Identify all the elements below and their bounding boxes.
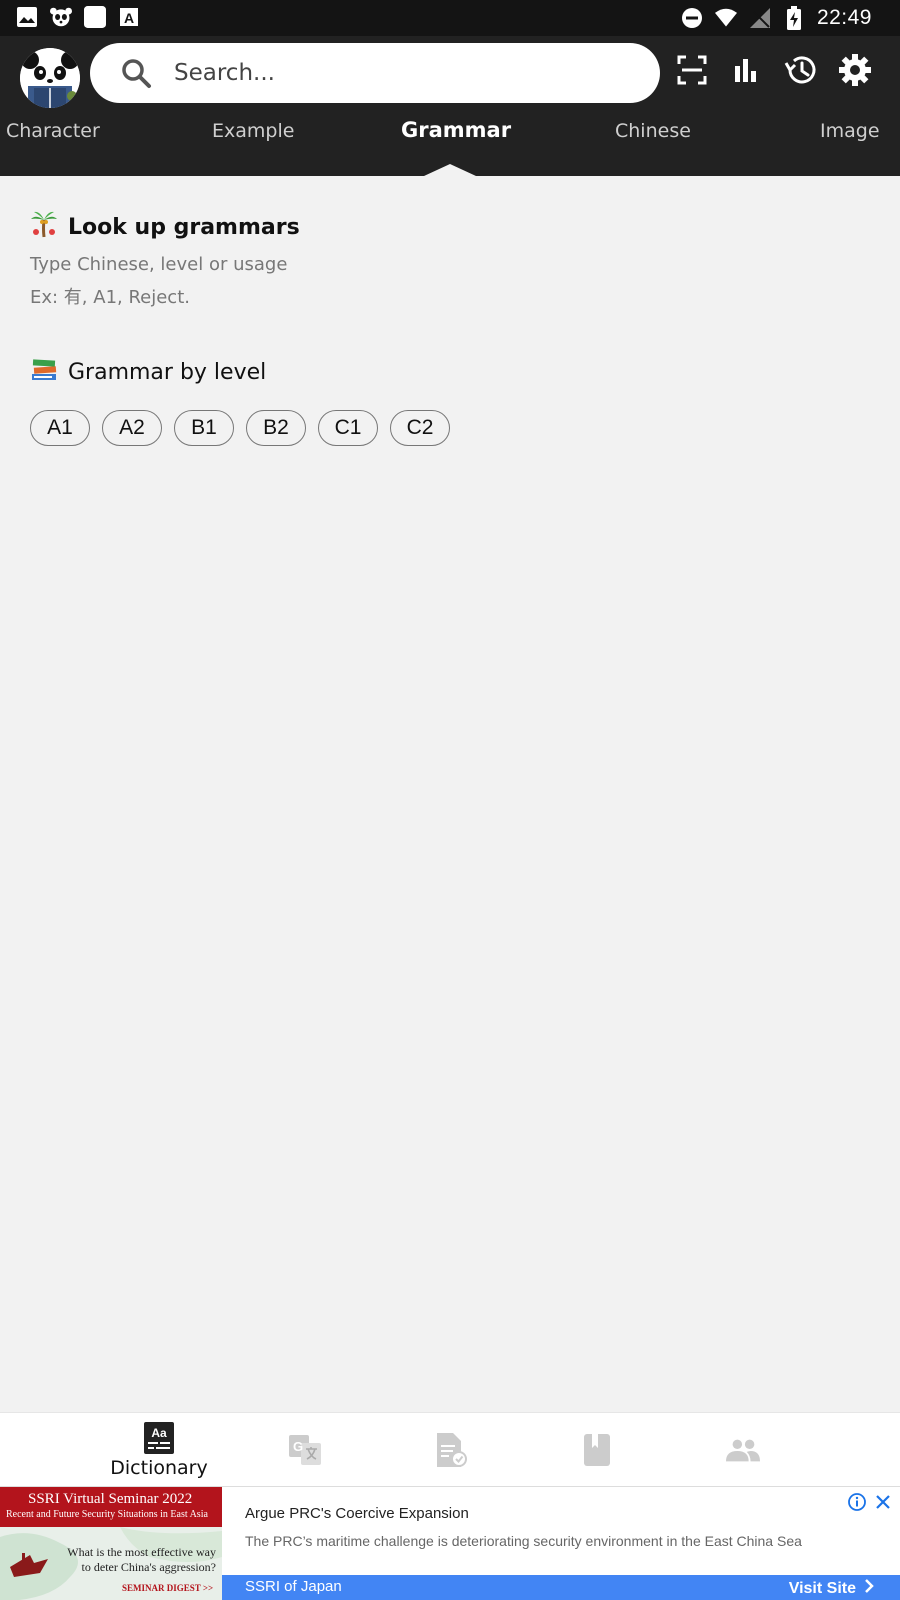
ad-description: The PRC’s maritime challenge is deterior… (245, 1533, 802, 1549)
ad-image[interactable]: SSRI Virtual Seminar 2022 Recent and Fut… (0, 1487, 222, 1600)
settings-icon (838, 53, 872, 91)
visit-site-button[interactable]: Visit Site (789, 1578, 874, 1599)
lookup-grammars-heading: Look up grammars (30, 210, 300, 244)
status-time: 22:49 (816, 6, 872, 29)
white-square-icon (84, 6, 106, 28)
level-chip-a1[interactable]: A1 (30, 410, 90, 446)
nav-translate[interactable]: G (232, 1413, 378, 1487)
history-icon (784, 53, 818, 91)
tab-grammar[interactable]: Grammar (401, 118, 511, 142)
stats-icon (732, 56, 760, 88)
level-chip-c2[interactable]: C2 (390, 410, 450, 446)
lookup-hint-line1: Type Chinese, level or usage (30, 254, 288, 275)
advertisement-banner[interactable]: SSRI Virtual Seminar 2022 Recent and Fut… (0, 1486, 900, 1600)
visit-site-label: Visit Site (788, 1579, 856, 1597)
community-icon (726, 1433, 760, 1467)
nav-dictionary-label: Dictionary (110, 1457, 208, 1479)
level-chip-group: A1 A2 B1 B2 C1 C2 (30, 410, 450, 446)
lookup-title: Look up grammars (68, 214, 300, 240)
tab-example[interactable]: Example (212, 120, 294, 142)
svg-text:Aa: Aa (151, 1426, 167, 1440)
active-tab-indicator (424, 164, 476, 176)
panda-avatar-logo[interactable] (20, 48, 80, 108)
tab-chinese[interactable]: Chinese (615, 120, 691, 142)
tab-character[interactable]: Character (6, 120, 100, 142)
search-input[interactable] (174, 53, 634, 93)
translate-icon: G (288, 1433, 322, 1467)
by-level-title: Grammar by level (68, 359, 267, 385)
lookup-hint-line2: Ex: 有, A1, Reject. (30, 287, 190, 308)
settings-button[interactable] (835, 52, 875, 92)
ad-advertiser: SSRI of Japan (245, 1578, 342, 1595)
status-bar: A 22:49 (0, 0, 900, 36)
svg-text:G: G (293, 1439, 303, 1454)
no-signal-icon (749, 7, 771, 29)
bottom-navigation: Aa Dictionary G (0, 1412, 900, 1486)
tab-image[interactable]: Image (820, 120, 880, 142)
svg-text:A: A (124, 10, 134, 26)
ad-image-footer: SEMINAR DIGEST >> (122, 1583, 214, 1593)
stats-button[interactable] (726, 52, 766, 92)
ad-cta-bar[interactable]: SSRI of Japan Visit Site (222, 1575, 900, 1600)
ad-info-icon[interactable] (848, 1493, 866, 1511)
panda-notification-icon (50, 6, 72, 28)
scan-icon (676, 54, 708, 90)
image-icon (16, 6, 38, 28)
wifi-icon (714, 7, 737, 29)
notebook-icon (580, 1433, 614, 1467)
nav-notebook[interactable] (524, 1413, 670, 1487)
level-chip-b1[interactable]: B1 (174, 410, 234, 446)
dictionary-icon: Aa (142, 1421, 176, 1455)
level-chip-b2[interactable]: B2 (246, 410, 306, 446)
books-icon (30, 356, 58, 388)
grammar-by-level-heading: Grammar by level (30, 356, 266, 388)
test-icon (434, 1433, 468, 1467)
ad-headline[interactable]: Argue PRC's Coercive Expansion (245, 1505, 469, 1522)
dictionary-tabs: Character Example Grammar Chinese Image (0, 116, 900, 156)
chevron-right-icon (864, 1578, 874, 1599)
nav-dictionary[interactable]: Aa Dictionary (86, 1413, 232, 1487)
dnd-icon (681, 7, 703, 29)
history-button[interactable] (781, 52, 821, 92)
nav-community[interactable] (670, 1413, 816, 1487)
app-header: Character Example Grammar Chinese Image (0, 36, 900, 176)
level-chip-a2[interactable]: A2 (102, 410, 162, 446)
level-chip-c1[interactable]: C1 (318, 410, 378, 446)
palm-tree-icon (30, 210, 58, 244)
grammar-panel: Look up grammars Type Chinese, level or … (0, 176, 900, 1412)
battery-charging-icon (783, 6, 805, 30)
ad-image-title: SSRI Virtual Seminar 2022 (28, 1491, 193, 1507)
scan-button[interactable] (672, 52, 712, 92)
search-bar[interactable] (90, 43, 660, 103)
ad-image-subtitle: Recent and Future Security Situations in… (6, 1509, 208, 1520)
font-a-icon: A (118, 6, 140, 28)
nav-test[interactable] (378, 1413, 524, 1487)
ad-image-question: What is the most effective way to deter … (67, 1545, 216, 1574)
ad-close-icon[interactable] (874, 1493, 892, 1511)
search-icon (120, 57, 152, 89)
